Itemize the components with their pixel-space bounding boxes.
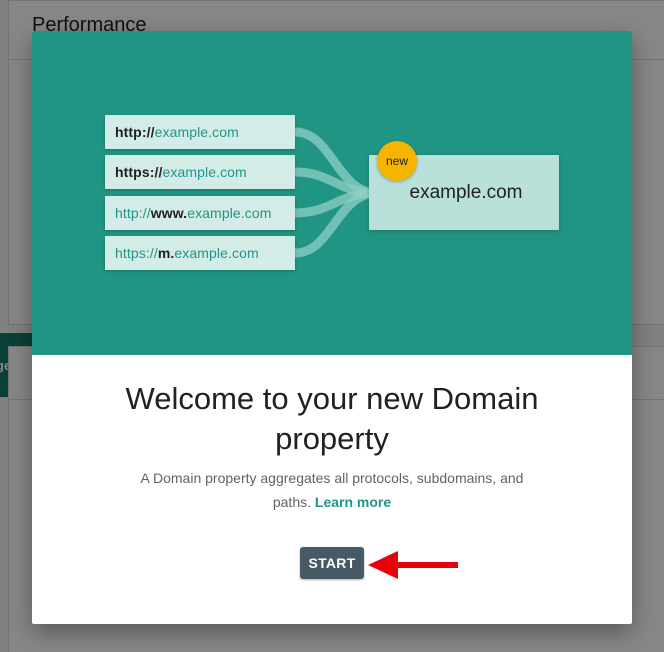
start-button[interactable]: START xyxy=(300,547,364,579)
new-badge: new xyxy=(377,141,417,181)
url-box-www: http://www.example.com xyxy=(105,196,295,230)
dialog-description: A Domain property aggregates all protoco… xyxy=(132,466,532,514)
url-box-http: http://example.com xyxy=(105,115,295,149)
welcome-dialog: http://example.com https://example.com h… xyxy=(32,31,632,624)
url-protocol: http:// xyxy=(115,205,151,221)
url-host: example.com xyxy=(162,164,247,180)
url-host: example.com xyxy=(187,205,272,221)
dialog-heading: Welcome to your new Domain property xyxy=(125,381,539,456)
url-subdomain: www. xyxy=(150,205,188,221)
dialog-content: Welcome to your new Domain property A Do… xyxy=(32,355,632,624)
url-protocol: https:// xyxy=(115,245,158,261)
url-protocol: https:// xyxy=(115,164,163,180)
url-subdomain: m. xyxy=(157,245,175,261)
red-arrow-icon xyxy=(368,551,458,579)
url-box-https: https://example.com xyxy=(105,155,295,189)
url-host: example.com xyxy=(174,245,259,261)
url-host: example.com xyxy=(154,124,239,140)
learn-more-link[interactable]: Learn more xyxy=(315,494,391,510)
url-protocol: http:// xyxy=(115,124,155,140)
url-box-mobile: https://m.example.com xyxy=(105,236,295,270)
domain-illustration: http://example.com https://example.com h… xyxy=(32,31,632,355)
